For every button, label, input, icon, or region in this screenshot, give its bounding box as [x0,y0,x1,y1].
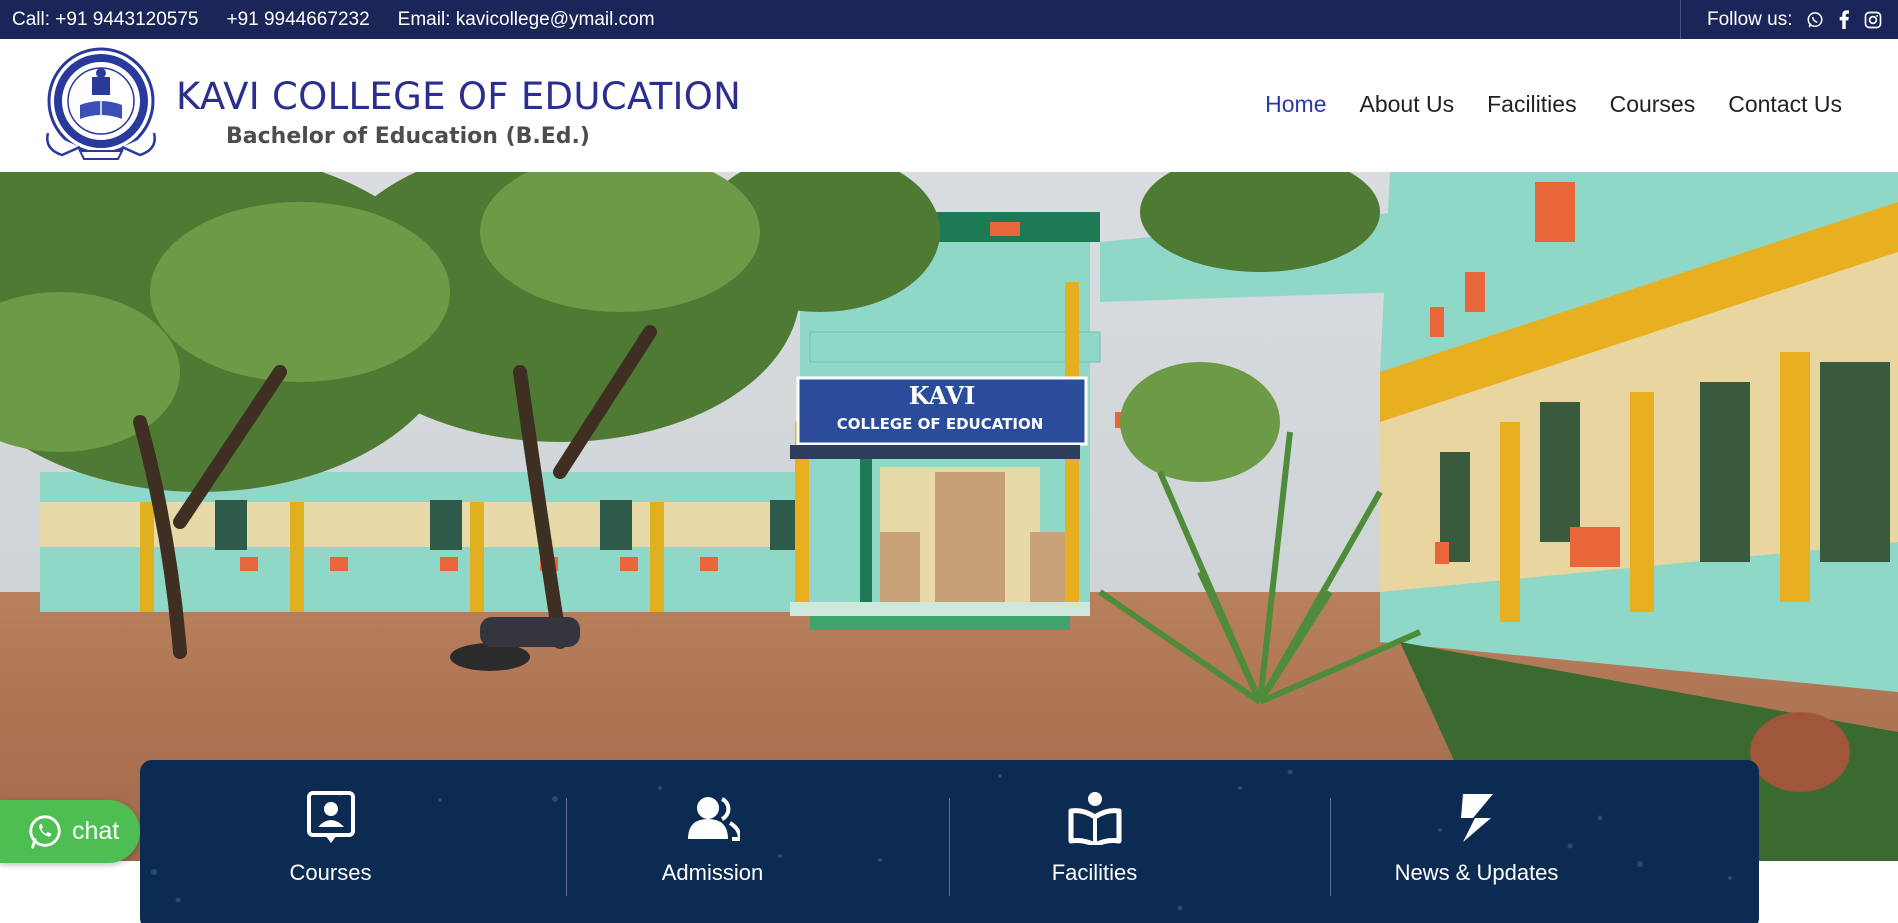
nav-about-us[interactable]: About Us [1360,91,1455,118]
feature-panel: Courses Admission Facilities News & Upda… [140,760,1759,923]
main-nav: Home About Us Facilities Courses Contact… [1232,91,1842,118]
feature-courses[interactable]: Courses [140,760,521,923]
top-bar: Call: +91 9443120575 +91 9944667232 Emai… [0,0,1898,39]
instagram-icon[interactable] [1863,10,1883,30]
nav-home[interactable]: Home [1265,91,1326,118]
updates-icon [1449,790,1505,846]
contact-card-icon [303,790,359,846]
feature-admission[interactable]: Admission [522,760,903,923]
call-number[interactable]: Call: +91 9443120575 [12,9,198,31]
chat-label: chat [72,817,120,845]
feature-news-updates[interactable]: News & Updates [1286,760,1667,923]
site-subtitle: Bachelor of Education (B.Ed.) [226,124,590,149]
contact-info: Call: +91 9443120575 +91 9944667232 Emai… [0,9,683,31]
whatsapp-chat-button[interactable]: chat [0,800,140,863]
feature-label: News & Updates [1394,860,1559,885]
sign-line-1: KAVI [909,381,976,410]
phone-number-2[interactable]: +91 9944667232 [226,9,369,31]
nav-contact-us[interactable]: Contact Us [1728,91,1842,118]
follow-us: Follow us: [1680,0,1898,39]
campus-photo: KAVI COLLEGE OF EDUCATION [0,172,1898,861]
feature-label: Admission [661,860,764,885]
nav-courses[interactable]: Courses [1610,91,1696,118]
site-header: KAVI COLLEGE OF EDUCATION Bachelor of Ed… [0,39,1898,172]
follow-label: Follow us: [1707,8,1793,30]
email-address[interactable]: Email: kavicollege@ymail.com [398,9,655,31]
sign-line-2: COLLEGE OF EDUCATION [837,415,1044,433]
users-icon [685,790,741,846]
hero-banner: KAVI COLLEGE OF EDUCATION [0,172,1898,861]
feature-label: Facilities [1051,860,1138,885]
feature-facilities[interactable]: Facilities [904,760,1285,923]
whatsapp-icon[interactable] [1805,10,1825,30]
college-logo[interactable] [40,47,162,163]
whatsapp-icon [29,814,61,849]
feature-label: Courses [289,860,372,885]
facebook-icon[interactable] [1834,10,1854,30]
nav-facilities[interactable]: Facilities [1487,91,1576,118]
book-reader-icon [1067,790,1123,846]
site-title[interactable]: KAVI COLLEGE OF EDUCATION [176,75,741,118]
